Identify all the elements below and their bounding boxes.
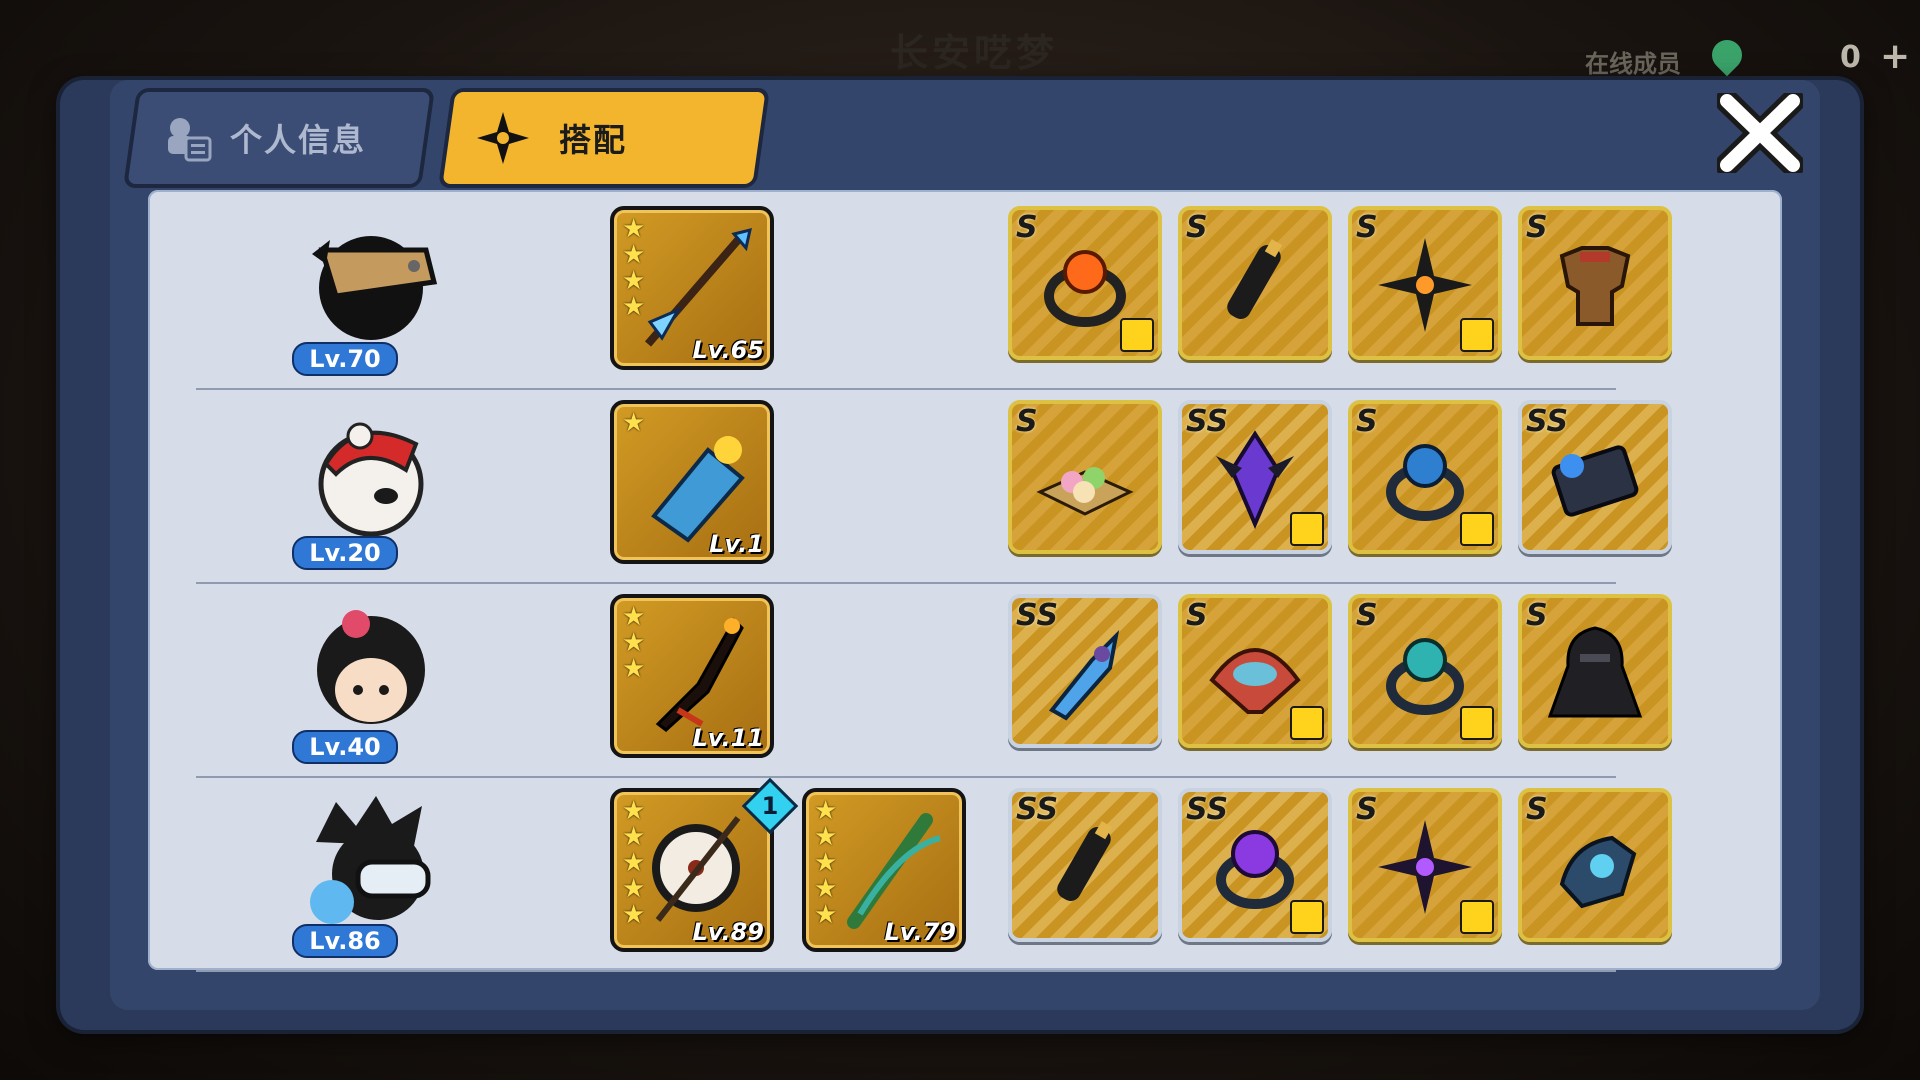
costume-shirt-icon [1290,900,1324,934]
scroll-icon [1227,239,1283,319]
blue-spear-icon [644,227,752,347]
tab-loadout-label: 搭配 [559,121,628,159]
weapon-slot[interactable]: ★ ★ ★ ★ Lv.65 [610,206,774,370]
background-room-title: 长安呓梦 [890,31,1059,75]
weapon-level: Lv.11 [692,724,765,752]
equipment-slot[interactable]: S [1348,400,1502,554]
weapon-level: Lv.65 [692,336,765,364]
costume-shirt-icon [1460,512,1494,546]
shark-cannon-icon [651,436,745,543]
costume-shirt-icon [1120,318,1154,352]
dango-plate-icon [1036,467,1134,516]
scroll-icon [1057,821,1113,901]
armor-icon [1559,246,1631,326]
character-level: Lv.40 [292,730,398,764]
character-level: Lv.70 [292,342,398,376]
loadout-row: Lv.70 ★ ★ ★ ★ Lv.65 S S S S [196,196,1672,390]
costume-shirt-icon [1460,318,1494,352]
weapon-slot[interactable]: ★ ★ ★ Lv.11 [610,594,774,758]
costume-shirt-icon [1290,706,1324,740]
shuriken-icon [475,110,531,166]
equipment-slot[interactable]: SS [1178,400,1332,554]
equipment-slot[interactable]: S [1008,400,1162,554]
goggles-ninja-avatar-icon [296,792,446,932]
close-x-icon [1717,93,1803,173]
character-level: Lv.20 [292,536,398,570]
equipment-slot[interactable]: S [1518,206,1672,360]
row-divider [196,970,1616,972]
weapon-level: Lv.1 [709,530,764,558]
weapon-slot[interactable]: ★ ★ ★ ★ ★ Lv.79 [802,788,966,952]
cursed-scroll-icon [1551,445,1639,517]
equipment-slot[interactable]: S [1178,594,1332,748]
masked-ninja-avatar-icon [296,210,446,350]
background-online-label: 在线成员 [1585,50,1681,78]
hood-armor-icon [1547,626,1643,718]
tab-personal-info-label: 个人信息 [230,121,367,159]
background-plus-button[interactable]: + [1880,36,1910,77]
equipment-slot[interactable]: S [1348,594,1502,748]
red-flower-girl-avatar-icon [296,598,446,738]
equipment-slot[interactable]: S [1348,788,1502,942]
drum-staff-icon [652,816,741,922]
equipment-slot[interactable]: SS [1518,400,1672,554]
tab-personal-info[interactable]: 个人信息 [122,88,436,188]
character-level: Lv.86 [292,924,398,958]
weapon-slot[interactable]: ★ ★ ★ ★ ★ 1 Lv.89 [610,777,799,952]
equipment-slot[interactable]: S [1008,206,1162,360]
loadout-panel: Lv.70 ★ ★ ★ ★ Lv.65 S S S S Lv.20 ★ Lv.1… [148,190,1782,972]
loadout-row: Lv.20 ★ Lv.1 S SS S SS [196,390,1672,584]
close-button[interactable] [1712,90,1808,176]
loadout-row: Lv.86 ★ ★ ★ ★ ★ 1 Lv.89 ★ ★ ★ ★ ★ Lv.79 … [196,777,1672,972]
weapon-slot[interactable]: ★ Lv.1 [610,400,774,564]
spirit-glove-icon [1559,835,1637,909]
costume-shirt-icon [1460,900,1494,934]
weapon-level: Lv.79 [884,918,957,946]
bamboo-flute-icon [847,813,941,929]
equipment-slot[interactable]: S [1348,206,1502,360]
equipment-slot[interactable]: SS [1178,788,1332,942]
equipment-slot[interactable]: S [1518,594,1672,748]
id-card-icon [160,110,216,166]
loadout-row: Lv.40 ★ ★ ★ Lv.11 SS S S S [196,584,1672,778]
background-online-count: 0 [1840,40,1861,75]
equipment-slot[interactable]: S [1178,206,1332,360]
tab-loadout[interactable]: 搭配 [437,88,771,188]
blue-kunai-icon [1048,630,1120,721]
costume-shirt-icon [1460,706,1494,740]
dark-blade-icon [655,617,744,732]
costume-shirt-icon [1290,512,1324,546]
equipment-slot[interactable]: SS [1008,594,1162,748]
equipment-slot[interactable]: SS [1008,788,1162,942]
panda-hat-avatar-icon [296,404,446,544]
equipment-slot[interactable]: S [1518,788,1672,942]
weapon-level: Lv.89 [692,918,765,946]
